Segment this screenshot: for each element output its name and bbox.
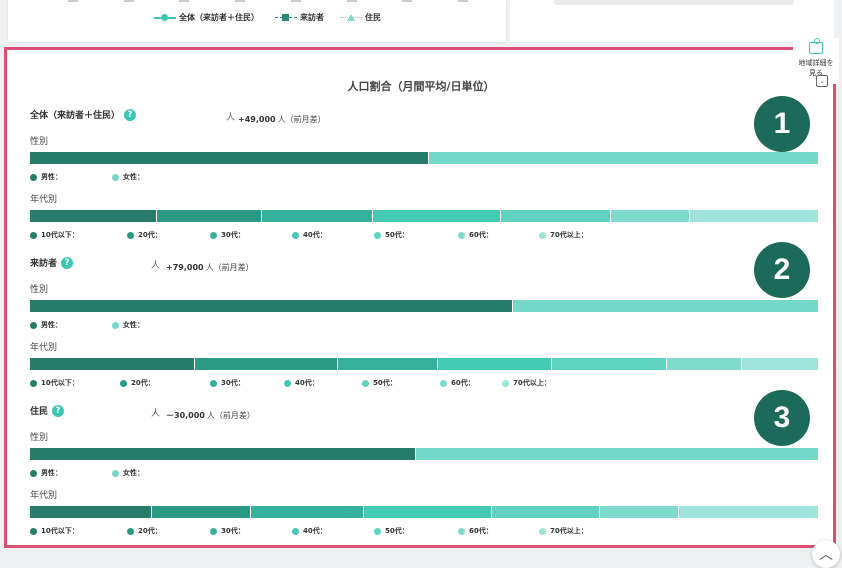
side-card [510,0,834,42]
chart-legend: 全体（来訪者＋住民） 来訪者 住民 [154,12,381,23]
legend-label: 全体（来訪者＋住民） [179,13,259,22]
chevron-down-icon[interactable]: ⌄ [816,75,828,87]
legend-visitors[interactable]: 来訪者 [275,12,324,23]
section-number-badge: 3 [754,390,810,446]
legend-circle-icon [154,14,176,22]
map-pin-icon [809,38,823,54]
legend-label: 住民 [365,13,381,22]
legend-square-icon [275,14,297,22]
highlight-frame [4,47,836,548]
chevron-up-icon: ︿ [819,547,833,563]
x-axis-ticks [68,0,468,4]
legend-residents[interactable]: 住民 [340,12,381,23]
section-number-badge: 2 [754,242,810,298]
side-card-placeholder [554,0,794,5]
area-detail-label: 地域詳細を [798,59,834,67]
section-number-badge: 1 [754,96,810,152]
previous-chart-card: 全体（来訪者＋住民） 来訪者 住民 [0,0,842,44]
previous-chart: 全体（来訪者＋住民） 来訪者 住民 [8,0,506,42]
legend-total[interactable]: 全体（来訪者＋住民） [154,12,259,23]
legend-label: 来訪者 [300,13,324,22]
legend-triangle-icon [340,14,362,22]
